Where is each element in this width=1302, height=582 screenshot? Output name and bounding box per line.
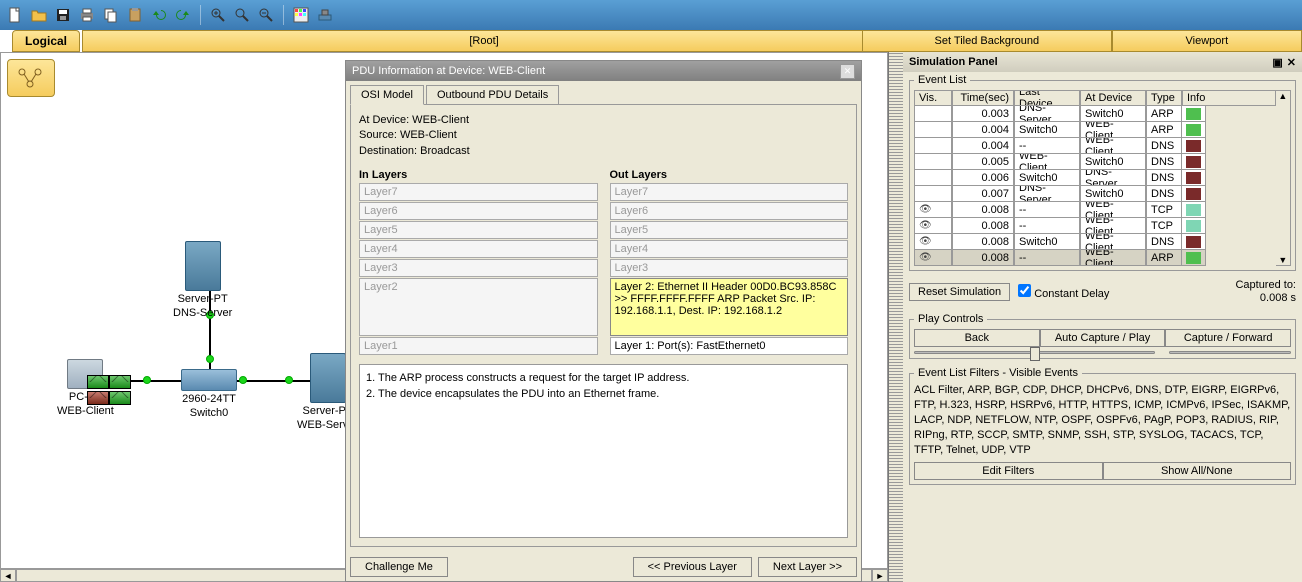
table-row[interactable]: 👁0.008--WEB-ClientTCP bbox=[914, 202, 1276, 218]
event-filters-group: Event List Filters - Visible Events ACL … bbox=[909, 367, 1296, 484]
zoom-in-icon[interactable] bbox=[207, 4, 229, 26]
in-layer3[interactable]: Layer3 bbox=[359, 259, 598, 277]
set-tiled-bg-button[interactable]: Set Tiled Background bbox=[862, 30, 1112, 52]
eye-icon: 👁 bbox=[919, 252, 932, 263]
paste-icon[interactable] bbox=[124, 4, 146, 26]
logical-header: Logical [Root] bbox=[0, 30, 888, 52]
table-row[interactable]: 0.007DNS-ServerSwitch0DNS bbox=[914, 186, 1276, 202]
device-label: 2960-24TT bbox=[181, 393, 237, 405]
col-last-device[interactable]: Last Device bbox=[1014, 90, 1080, 106]
col-vis[interactable]: Vis. bbox=[914, 90, 952, 106]
constant-delay-checkbox[interactable]: Constant Delay bbox=[1018, 284, 1109, 300]
device-switch[interactable]: 2960-24TT Switch0 bbox=[181, 369, 237, 419]
copy-icon[interactable] bbox=[100, 4, 122, 26]
out-layer2[interactable]: Layer 2: Ethernet II Header 00D0.BC93.85… bbox=[610, 278, 849, 336]
table-row[interactable]: 0.006Switch0DNS-ServerDNS bbox=[914, 170, 1276, 186]
event-list-table[interactable]: Vis. Time(sec) Last Device At Device Typ… bbox=[914, 90, 1276, 266]
speed-slider-2[interactable] bbox=[1169, 351, 1291, 354]
table-row[interactable]: 0.005WEB-ClientSwitch0DNS bbox=[914, 154, 1276, 170]
pdu-envelope-icon[interactable] bbox=[87, 375, 109, 389]
table-row[interactable]: 0.004Switch0WEB-ClientARP bbox=[914, 122, 1276, 138]
device-label: DNS-Server bbox=[173, 307, 232, 319]
show-all-none-button[interactable]: Show All/None bbox=[1103, 462, 1292, 480]
pdu-envelope-icon[interactable] bbox=[109, 391, 131, 405]
close-icon[interactable]: ✕ bbox=[1287, 56, 1296, 69]
zoom-reset-icon[interactable] bbox=[231, 4, 253, 26]
col-at-device[interactable]: At Device bbox=[1080, 90, 1146, 106]
simulation-panel: Simulation Panel ▣ ✕ Event List Vis. bbox=[888, 52, 1302, 582]
custom-devices-icon[interactable] bbox=[314, 4, 336, 26]
reset-simulation-button[interactable]: Reset Simulation bbox=[909, 283, 1010, 301]
out-layer5[interactable]: Layer5 bbox=[610, 221, 849, 239]
table-row[interactable]: 👁0.008Switch0WEB-ClientDNS bbox=[914, 234, 1276, 250]
event-list-group: Event List Vis. Time(sec) Last Device At… bbox=[909, 74, 1296, 271]
dialog-titlebar[interactable]: PDU Information at Device: WEB-Client ✕ bbox=[346, 61, 861, 81]
eye-icon: 👁 bbox=[919, 220, 932, 231]
pdu-information-dialog: PDU Information at Device: WEB-Client ✕ … bbox=[345, 60, 862, 582]
device-dns-server[interactable]: Server-PT DNS-Server bbox=[173, 241, 232, 319]
in-layer5[interactable]: Layer5 bbox=[359, 221, 598, 239]
pdu-envelope-icon[interactable] bbox=[109, 375, 131, 389]
eye-icon: 👁 bbox=[919, 236, 932, 247]
viewport-button[interactable]: Viewport bbox=[1112, 30, 1302, 52]
zoom-out-icon[interactable] bbox=[255, 4, 277, 26]
palette-icon[interactable] bbox=[290, 4, 312, 26]
print-icon[interactable] bbox=[76, 4, 98, 26]
table-row[interactable]: 0.004--WEB-ClientDNS bbox=[914, 138, 1276, 154]
close-icon[interactable]: ✕ bbox=[840, 64, 855, 79]
next-layer-button[interactable]: Next Layer >> bbox=[758, 557, 857, 577]
in-layer6[interactable]: Layer6 bbox=[359, 202, 598, 220]
speed-slider[interactable] bbox=[914, 351, 1155, 354]
main-toolbar bbox=[0, 0, 1302, 30]
col-info[interactable]: Info bbox=[1182, 90, 1276, 106]
back-button[interactable]: Back bbox=[914, 329, 1040, 347]
dock-icon[interactable]: ▣ bbox=[1272, 56, 1282, 69]
device-label: WEB-Client bbox=[57, 405, 114, 417]
event-list-scrollbar[interactable]: ▲ ▼ bbox=[1276, 90, 1291, 266]
table-row[interactable]: 👁0.008--WEB-ClientARP bbox=[914, 250, 1276, 266]
in-layer7[interactable]: Layer7 bbox=[359, 183, 598, 201]
out-layers-column: Out Layers Layer7 Layer6 Layer5 Layer4 L… bbox=[610, 169, 849, 356]
redo-icon[interactable] bbox=[172, 4, 194, 26]
previous-layer-button[interactable]: << Previous Layer bbox=[633, 557, 752, 577]
logical-tab[interactable]: Logical bbox=[12, 30, 80, 52]
cluster-tool-icon[interactable] bbox=[7, 59, 55, 97]
out-layer3[interactable]: Layer3 bbox=[610, 259, 849, 277]
play-controls-group: Play Controls Back Auto Capture / Play C… bbox=[909, 313, 1296, 359]
in-layer4[interactable]: Layer4 bbox=[359, 240, 598, 258]
challenge-me-button[interactable]: Challenge Me bbox=[350, 557, 448, 577]
device-label: Server-PT bbox=[173, 293, 232, 305]
pdu-summary: At Device: WEB-Client Source: WEB-Client… bbox=[359, 113, 848, 159]
filter-protocols-text: ACL Filter, ARP, BGP, CDP, DHCP, DHCPv6,… bbox=[914, 383, 1291, 457]
table-row[interactable]: 0.003DNS-ServerSwitch0ARP bbox=[914, 106, 1276, 122]
root-level-button[interactable]: [Root] bbox=[82, 30, 886, 52]
pdu-envelope-icon[interactable] bbox=[87, 391, 109, 405]
col-type[interactable]: Type bbox=[1146, 90, 1182, 106]
tab-osi-model[interactable]: OSI Model bbox=[350, 85, 424, 105]
simulation-panel-title: Simulation Panel ▣ ✕ bbox=[903, 52, 1302, 72]
edit-filters-button[interactable]: Edit Filters bbox=[914, 462, 1103, 480]
captured-to-label: Captured to: 0.008 s bbox=[1235, 279, 1296, 305]
open-icon[interactable] bbox=[28, 4, 50, 26]
save-icon[interactable] bbox=[52, 4, 74, 26]
in-layers-column: In Layers Layer7 Layer6 Layer5 Layer4 La… bbox=[359, 169, 598, 356]
tab-outbound-pdu[interactable]: Outbound PDU Details bbox=[426, 85, 559, 104]
eye-icon: 👁 bbox=[919, 204, 932, 215]
undo-icon[interactable] bbox=[148, 4, 170, 26]
col-time[interactable]: Time(sec) bbox=[952, 90, 1014, 106]
new-icon[interactable] bbox=[4, 4, 26, 26]
out-layer7[interactable]: Layer7 bbox=[610, 183, 849, 201]
table-row[interactable]: 👁0.008--WEB-ClientTCP bbox=[914, 218, 1276, 234]
out-layer1[interactable]: Layer 1: Port(s): FastEthernet0 bbox=[610, 337, 849, 355]
layer-explanation: 1. The ARP process constructs a request … bbox=[359, 364, 848, 538]
device-label: Switch0 bbox=[181, 407, 237, 419]
capture-forward-button[interactable]: Capture / Forward bbox=[1165, 329, 1291, 347]
out-layer6[interactable]: Layer6 bbox=[610, 202, 849, 220]
out-layer4[interactable]: Layer4 bbox=[610, 240, 849, 258]
auto-capture-play-button[interactable]: Auto Capture / Play bbox=[1040, 329, 1166, 347]
panel-resize-grip[interactable] bbox=[889, 52, 903, 582]
in-layer2[interactable]: Layer2 bbox=[359, 278, 598, 336]
in-layer1[interactable]: Layer1 bbox=[359, 337, 598, 355]
